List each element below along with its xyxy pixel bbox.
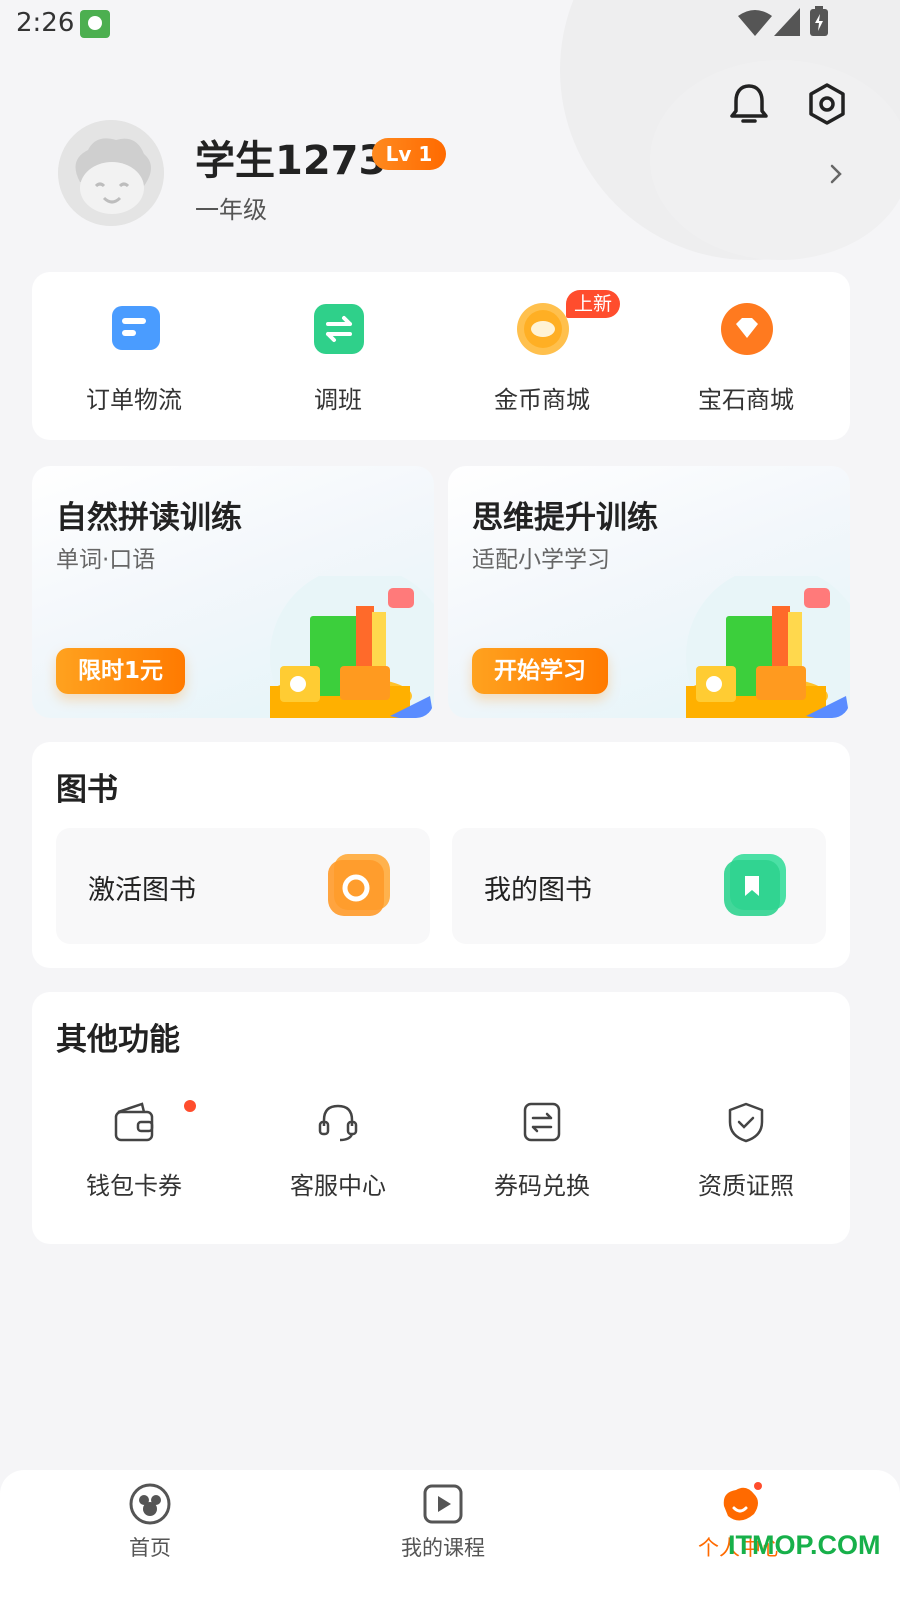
new-badge: 上新 bbox=[566, 290, 621, 318]
my-books-icon bbox=[724, 854, 786, 916]
profile-icon bbox=[723, 1482, 762, 1521]
function-label: 资质证照 bbox=[698, 1172, 794, 1200]
header-background-shape bbox=[650, 60, 900, 260]
training-title: 思维提升训练 bbox=[472, 500, 658, 536]
my-books-button[interactable]: 我的图书 bbox=[452, 828, 826, 944]
app-notification-icon bbox=[80, 10, 110, 38]
code-exchange-button[interactable]: 券码兑换 bbox=[440, 1100, 644, 1210]
phonics-training-card[interactable]: 自然拼读训练 单词·口语 限时1元 bbox=[32, 466, 434, 718]
level-badge: Lv 1 bbox=[372, 138, 446, 170]
nav-home[interactable]: 首页 bbox=[0, 1470, 300, 1600]
default-avatar-icon bbox=[58, 120, 164, 226]
avatar[interactable] bbox=[58, 120, 164, 226]
signal-icon bbox=[774, 8, 800, 36]
limited-offer-button[interactable]: 限时1元 bbox=[56, 648, 186, 694]
training-title: 自然拼读训练 bbox=[56, 500, 242, 536]
headset-icon bbox=[318, 1104, 358, 1142]
nav-label: 我的课程 bbox=[401, 1536, 485, 1560]
username: 学生1273 bbox=[195, 138, 387, 184]
watermark: ITMOP.COM bbox=[728, 1530, 881, 1560]
quick-action-order-logistics[interactable]: 订单物流 bbox=[32, 272, 236, 440]
notification-dot bbox=[184, 1100, 196, 1112]
quick-action-label: 调班 bbox=[314, 386, 362, 414]
customer-service-button[interactable]: 客服中心 bbox=[236, 1100, 440, 1210]
activate-book-icon bbox=[328, 854, 390, 916]
status-bar: 2:26 bbox=[0, 0, 900, 48]
status-time: 2:26 bbox=[16, 8, 75, 38]
books-section: 图书 激活图书 我的图书 bbox=[32, 742, 850, 968]
training-subtitle: 适配小学学习 bbox=[472, 547, 610, 573]
play-icon bbox=[423, 1484, 463, 1524]
section-title: 其他功能 bbox=[56, 1022, 180, 1058]
gem-icon bbox=[721, 303, 773, 355]
book-item-label: 激活图书 bbox=[88, 875, 196, 906]
books-illustration-icon bbox=[270, 576, 434, 718]
book-item-label: 我的图书 bbox=[484, 875, 592, 906]
exchange-icon bbox=[523, 1102, 561, 1142]
function-label: 钱包卡券 bbox=[86, 1172, 182, 1200]
wallet-icon bbox=[114, 1102, 154, 1142]
wallet-coupons-button[interactable]: 钱包卡券 bbox=[32, 1100, 236, 1210]
quick-actions-card: 订单物流 调班 金币商城 宝石商城 上新 bbox=[32, 272, 850, 440]
order-icon bbox=[112, 306, 160, 350]
bell-icon[interactable] bbox=[728, 82, 770, 126]
activate-book-button[interactable]: 激活图书 bbox=[56, 828, 430, 944]
quick-action-label: 金币商城 bbox=[494, 386, 590, 414]
function-label: 券码兑换 bbox=[494, 1172, 590, 1200]
shield-icon bbox=[728, 1102, 764, 1143]
quick-action-label: 订单物流 bbox=[86, 386, 182, 414]
quick-action-gem-mall[interactable]: 宝石商城 bbox=[644, 272, 848, 440]
nav-my-courses[interactable]: 我的课程 bbox=[293, 1470, 593, 1600]
qualification-license-button[interactable]: 资质证照 bbox=[644, 1100, 848, 1210]
home-icon bbox=[129, 1483, 171, 1525]
books-illustration-icon bbox=[686, 576, 850, 718]
other-functions-section: 其他功能 钱包卡券 客服中心 券码兑换 资质证照 bbox=[32, 992, 850, 1244]
coin-icon bbox=[517, 303, 569, 355]
section-title: 图书 bbox=[56, 772, 118, 808]
start-learning-button[interactable]: 开始学习 bbox=[472, 648, 608, 694]
function-label: 客服中心 bbox=[290, 1172, 386, 1200]
quick-action-switch-class[interactable]: 调班 bbox=[236, 272, 440, 440]
thinking-training-card[interactable]: 思维提升训练 适配小学学习 开始学习 bbox=[448, 466, 850, 718]
nav-label: 首页 bbox=[129, 1536, 171, 1560]
switch-class-icon bbox=[314, 304, 364, 354]
chevron-right-icon[interactable] bbox=[826, 160, 846, 188]
grade-label: 一年级 bbox=[195, 196, 267, 224]
battery-icon bbox=[810, 6, 828, 36]
wifi-icon bbox=[738, 10, 772, 36]
training-subtitle: 单词·口语 bbox=[56, 547, 156, 573]
settings-icon[interactable] bbox=[806, 82, 848, 126]
quick-action-label: 宝石商城 bbox=[698, 386, 794, 414]
